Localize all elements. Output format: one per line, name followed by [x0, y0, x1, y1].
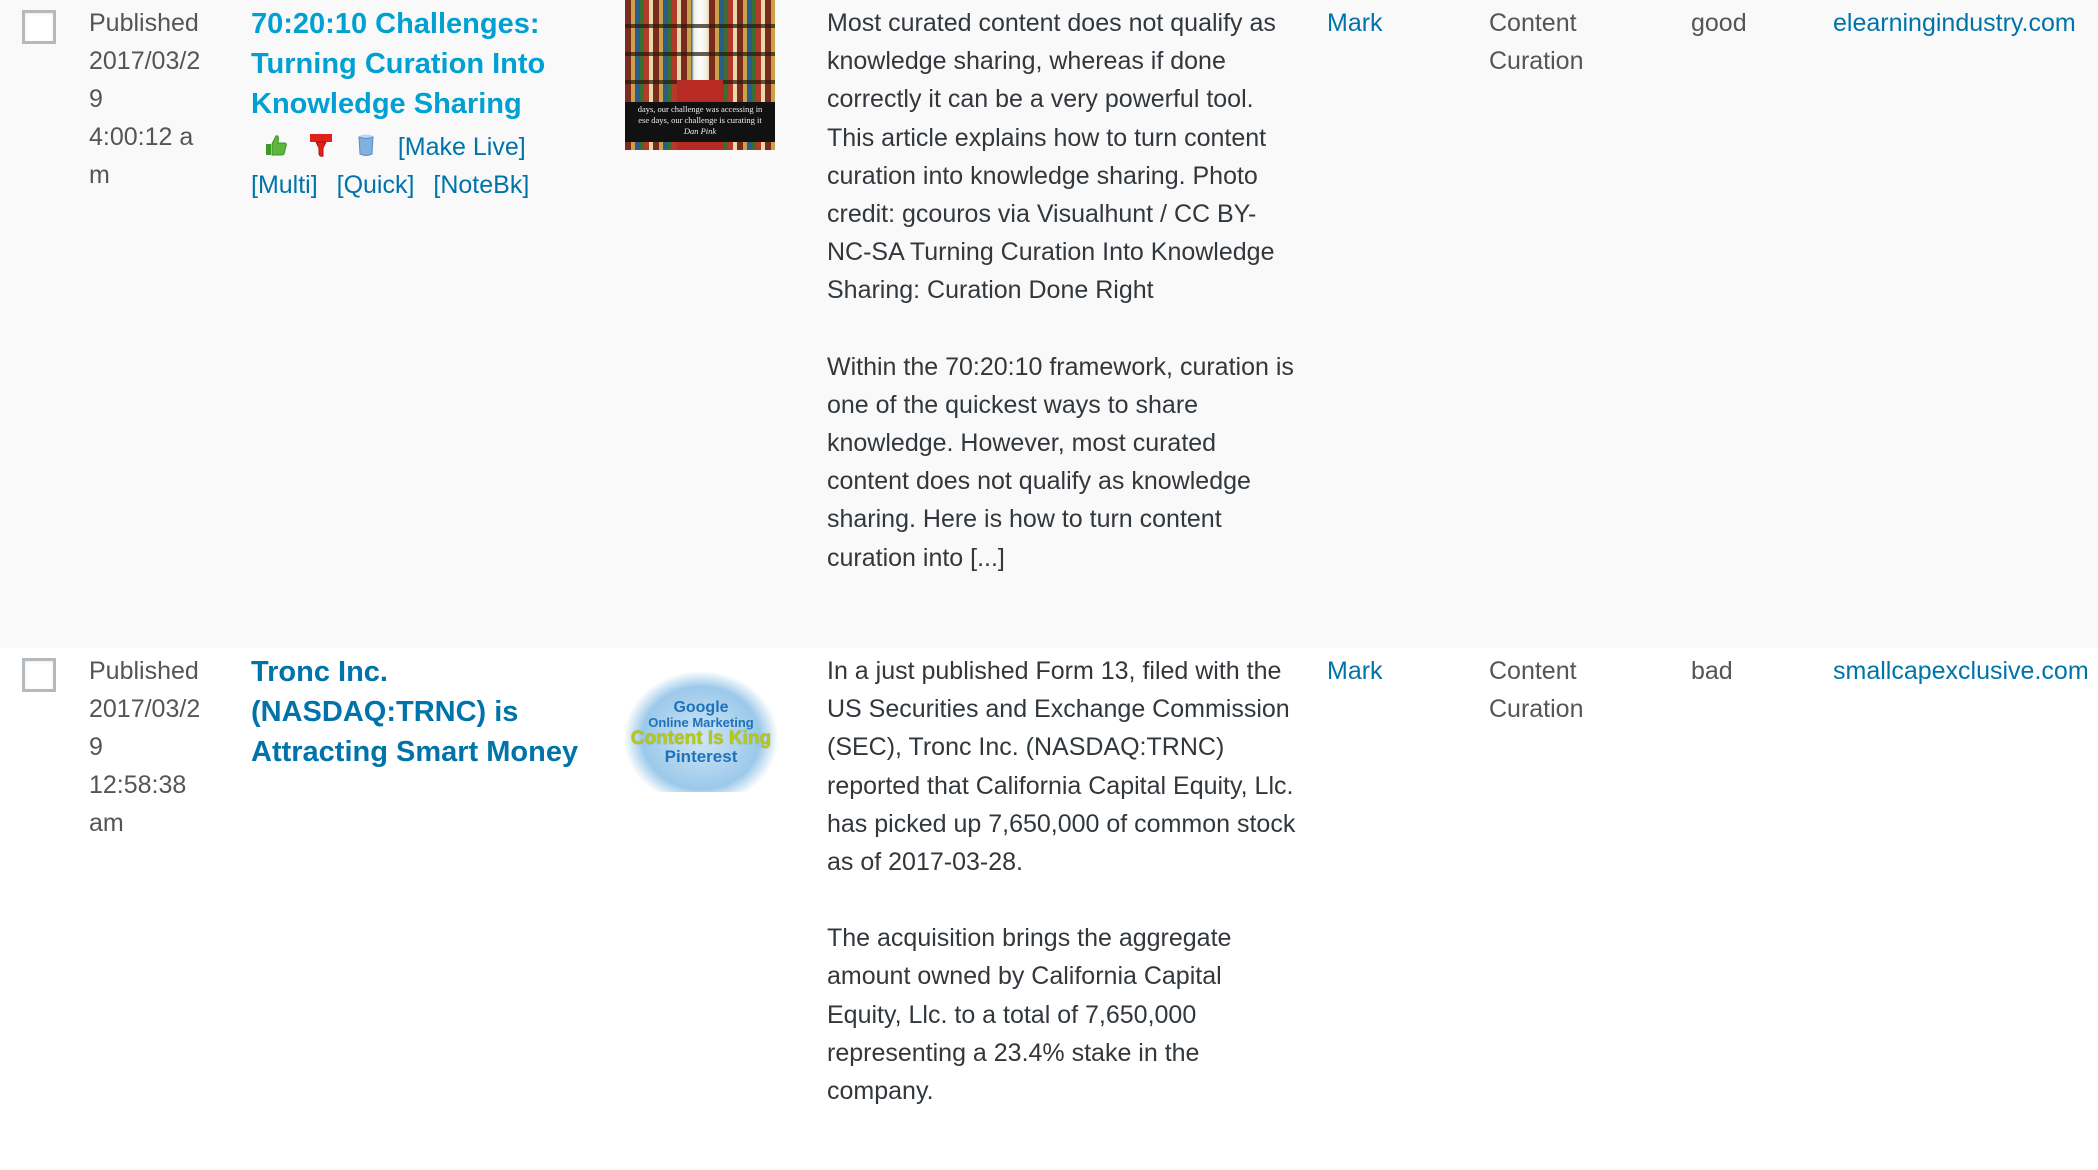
- excerpt-paragraph: The acquisition brings the aggregate amo…: [827, 924, 1232, 1106]
- category-cell: Content Curation: [1488, 648, 1690, 1111]
- rating-text: bad: [1691, 657, 1733, 685]
- status-date: Published 2017/03/29 4:00:12 am: [89, 4, 201, 194]
- post-date: 2017/03/29: [89, 695, 201, 761]
- domain-cell: smallcapexclusive.com: [1832, 648, 2098, 1111]
- post-date: 2017/03/29: [89, 47, 201, 113]
- rating-text: good: [1691, 9, 1747, 37]
- title-cell: Tronc Inc. (NASDAQ:TRNC) is Attracting S…: [250, 648, 624, 1111]
- title-cell: 70:20:10 Challenges: Turning Curation In…: [250, 0, 624, 648]
- author-cell: Mark: [1326, 0, 1488, 648]
- table-row: Published 2017/03/29 4:00:12 am 70:20:10…: [0, 0, 2098, 648]
- post-time: 4:00:12 am: [89, 123, 194, 189]
- post-time: 12:58:38 am: [89, 771, 187, 837]
- status-cell: Published 2017/03/29 12:58:38 am: [88, 648, 250, 1111]
- thumbnail-cell: Google Online Marketing Content Is King …: [624, 648, 826, 1111]
- thumbs-down-icon[interactable]: [308, 131, 334, 157]
- category-text: Content Curation: [1489, 657, 1584, 723]
- category-text: Content Curation: [1489, 9, 1584, 75]
- author-cell: Mark: [1326, 648, 1488, 1111]
- post-title-link[interactable]: 70:20:10 Challenges: Turning Curation In…: [251, 4, 591, 124]
- table-row: Published 2017/03/29 12:58:38 am Tronc I…: [0, 648, 2098, 1112]
- quick-link[interactable]: [Quick]: [337, 171, 415, 199]
- domain-link[interactable]: smallcapexclusive.com: [1833, 652, 2098, 690]
- rating-cell: good: [1690, 0, 1832, 648]
- row-select-checkbox[interactable]: [22, 658, 56, 692]
- rating-cell: bad: [1690, 648, 1832, 1111]
- excerpt-paragraph: Most curated content does not qualify as…: [827, 9, 1276, 305]
- domain-cell: elearningindustry.com: [1832, 0, 2098, 648]
- thumbs-up-icon[interactable]: [263, 131, 289, 157]
- thumbnail-cell: days, our challenge was accessing in ese…: [624, 0, 826, 648]
- author-link[interactable]: Mark: [1327, 652, 1487, 690]
- row-select-checkbox[interactable]: [22, 10, 56, 44]
- domain-link[interactable]: elearningindustry.com: [1833, 4, 2098, 42]
- excerpt-cell: Most curated content does not qualify as…: [826, 0, 1326, 648]
- checkbox-cell: [0, 0, 88, 648]
- excerpt-paragraph: In a just published Form 13, filed with …: [827, 657, 1296, 877]
- make-live-link[interactable]: [Make Live]: [398, 133, 526, 161]
- row-actions: [Make Live] [Multi] [Quick] [NoteBk]: [251, 128, 623, 204]
- status-label: Published: [89, 9, 199, 37]
- thumbnail-caption: days, our challenge was accessing in ese…: [625, 102, 775, 142]
- author-link[interactable]: Mark: [1327, 4, 1487, 42]
- category-cell: Content Curation: [1488, 0, 1690, 648]
- status-cell: Published 2017/03/29 4:00:12 am: [88, 0, 250, 648]
- checkbox-cell: [0, 648, 88, 1111]
- post-thumbnail[interactable]: Google Online Marketing Content Is King …: [625, 672, 777, 792]
- status-label: Published: [89, 657, 199, 685]
- post-title-link[interactable]: Tronc Inc. (NASDAQ:TRNC) is Attracting S…: [251, 652, 591, 772]
- notebook-link[interactable]: [NoteBk]: [433, 171, 529, 199]
- status-date: Published 2017/03/29 12:58:38 am: [89, 652, 201, 842]
- excerpt-cell: In a just published Form 13, filed with …: [826, 648, 1326, 1111]
- posts-table: Published 2017/03/29 4:00:12 am 70:20:10…: [0, 0, 2098, 1112]
- post-excerpt: Most curated content does not qualify as…: [827, 4, 1297, 577]
- post-thumbnail[interactable]: days, our challenge was accessing in ese…: [625, 0, 775, 150]
- post-excerpt: In a just published Form 13, filed with …: [827, 652, 1297, 1110]
- excerpt-paragraph: Within the 70:20:10 framework, curation …: [827, 352, 1294, 572]
- trash-can-icon[interactable]: [353, 131, 379, 157]
- multi-link[interactable]: [Multi]: [251, 171, 318, 199]
